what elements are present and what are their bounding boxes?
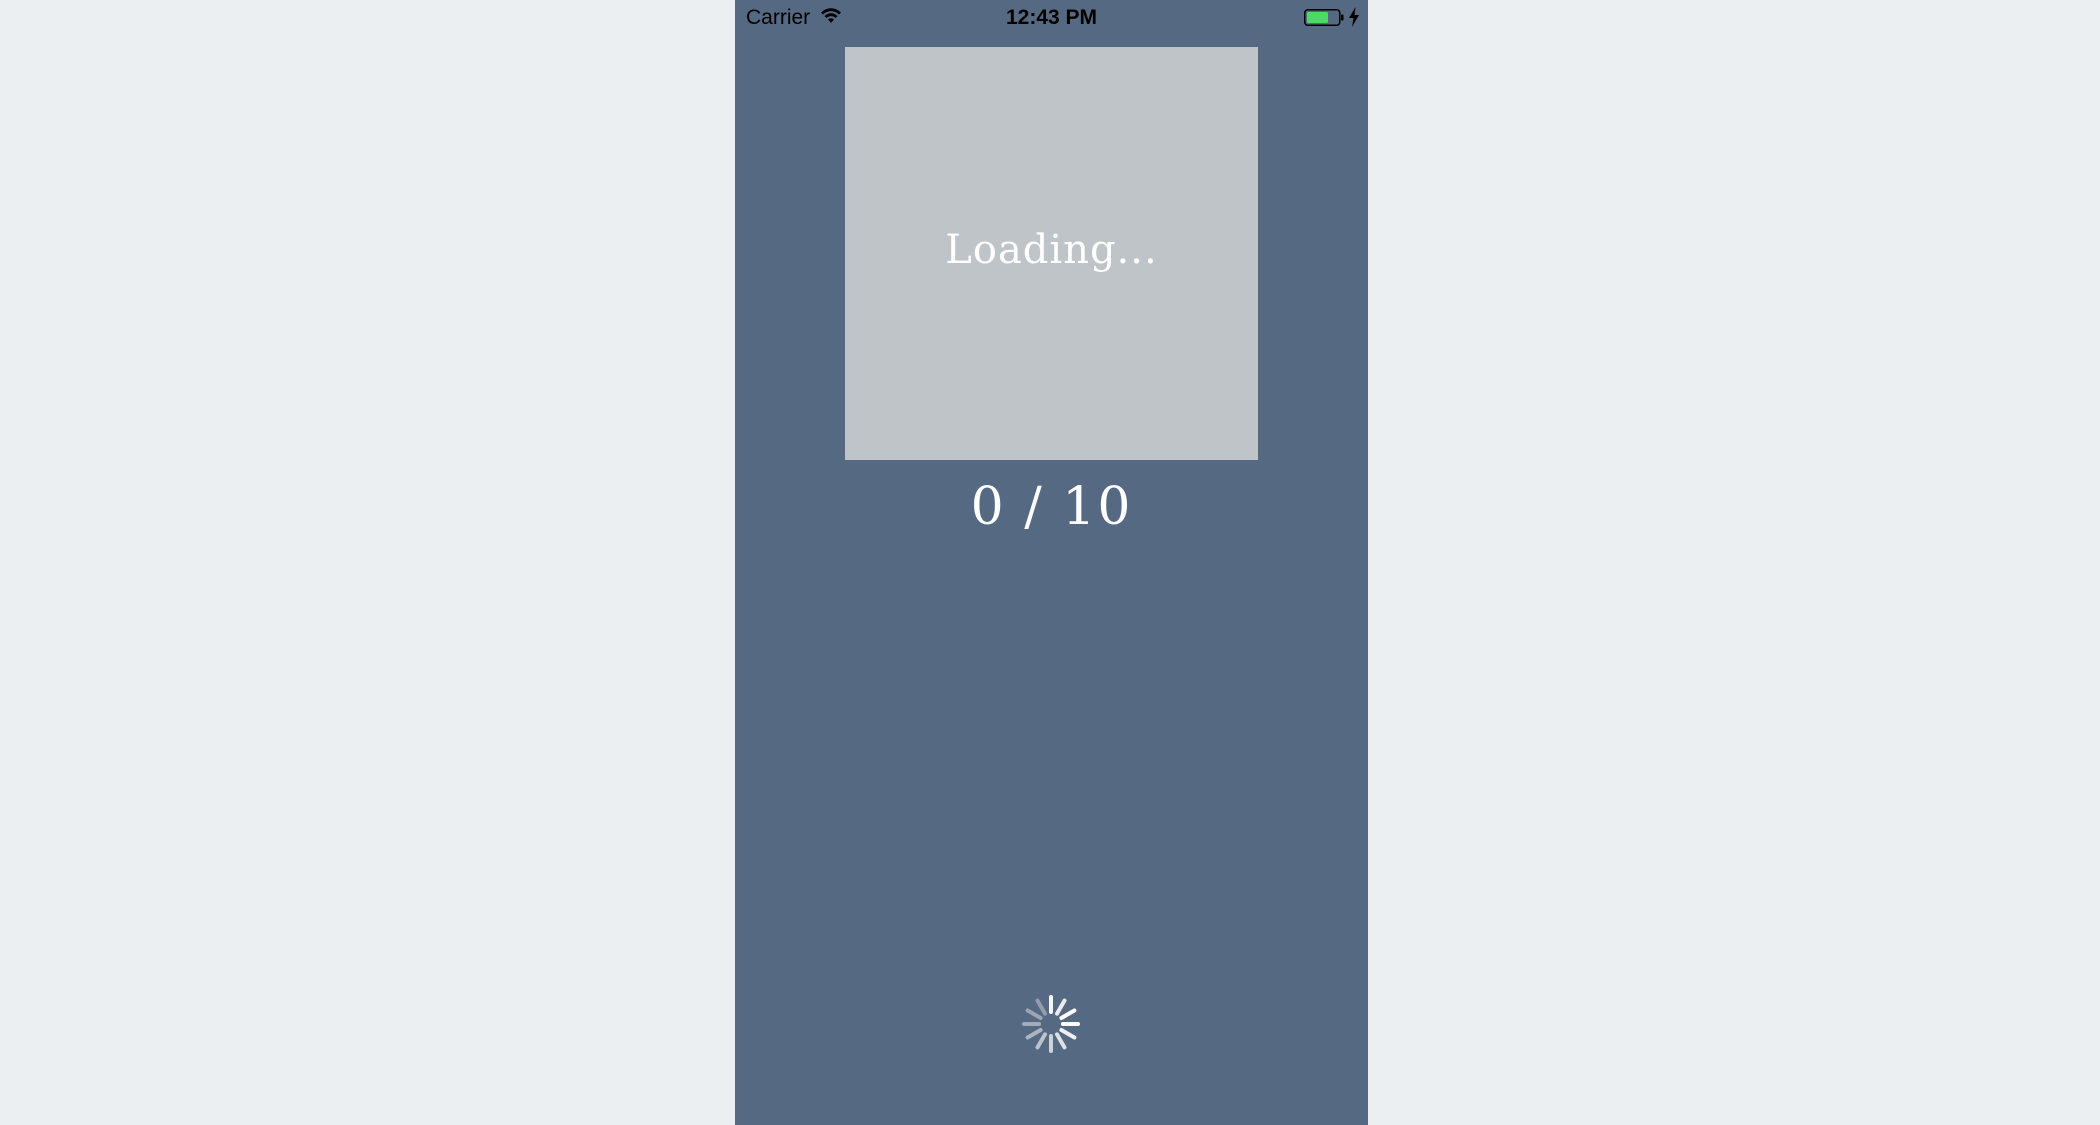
charging-bolt-icon [1349,7,1359,27]
activity-spinner-icon [1022,995,1080,1053]
loading-label: Loading... [945,227,1158,273]
phone-screen: Carrier 12:43 PM Loading... 0 / 10 [735,0,1368,1125]
progress-counter: 0 / 10 [970,477,1133,537]
battery-charging-icon [1304,9,1344,26]
image-placeholder: Loading... [845,47,1258,460]
status-time: 12:43 PM [1005,6,1098,29]
status-bar: Carrier 12:43 PM [735,0,1368,36]
